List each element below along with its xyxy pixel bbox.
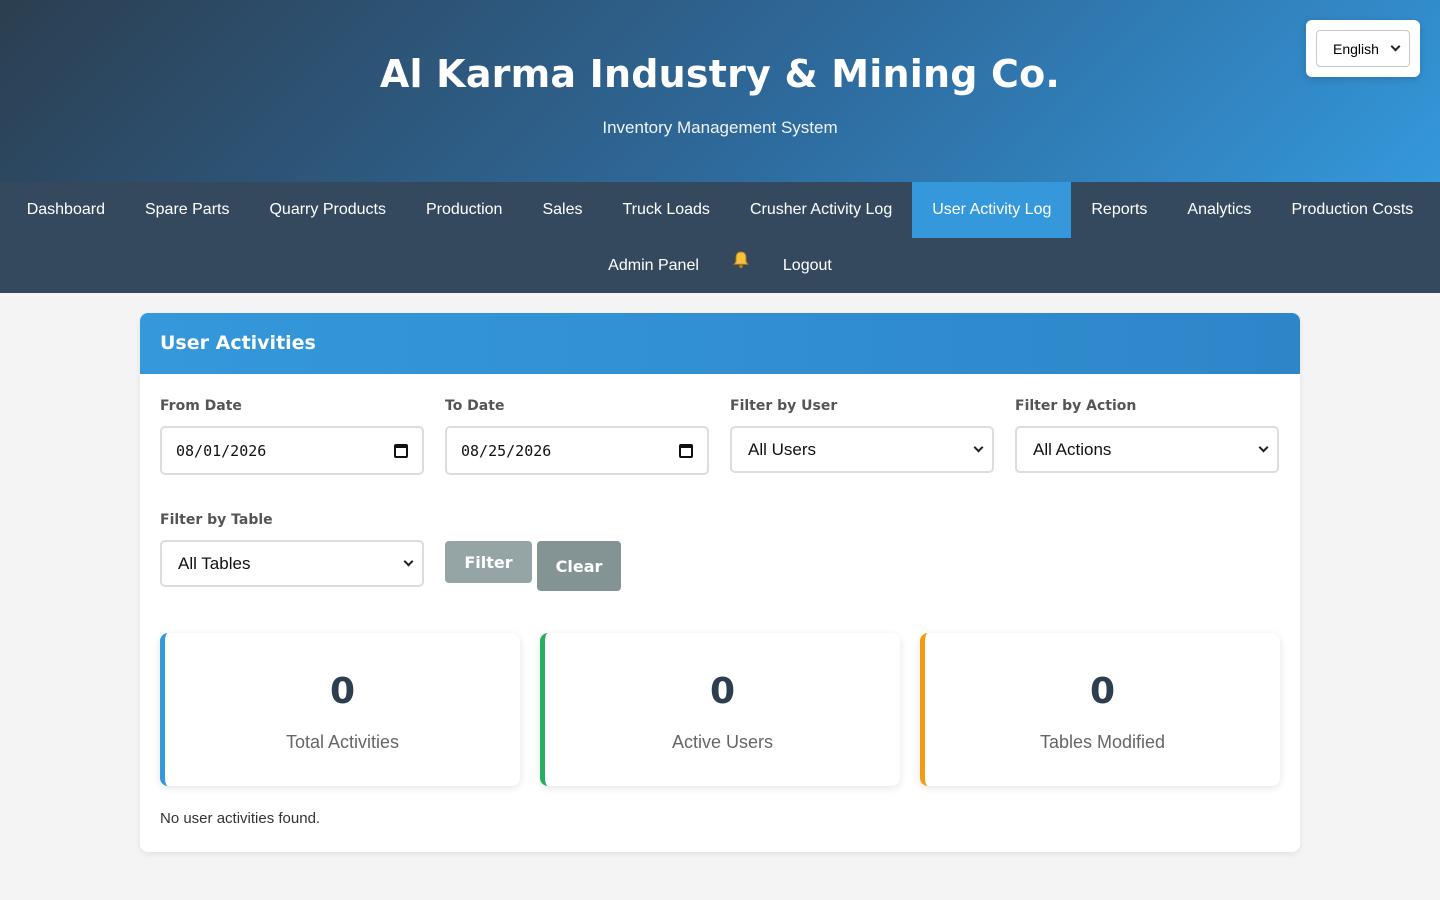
table-filter-value: All Tables xyxy=(178,553,251,573)
user-activities-card: User Activities From Date 08/01/2026 To … xyxy=(140,313,1300,852)
user-filter-value: All Users xyxy=(748,439,817,459)
user-filter-select[interactable]: All Users xyxy=(730,426,994,473)
stat-card-total-activities: 0 Total Activities xyxy=(160,633,520,786)
user-filter-label: Filter by User xyxy=(730,398,838,414)
table-filter-label: Filter by Table xyxy=(160,512,273,528)
from-date-input[interactable]: 08/01/2026 xyxy=(160,426,424,475)
card-title: User Activities xyxy=(140,313,1300,374)
main-nav: Dashboard Spare Parts Quarry Products Pr… xyxy=(0,182,1440,293)
nav-item-admin-panel[interactable]: Admin Panel xyxy=(588,238,719,293)
table-filter-group: Filter by Table All Tables xyxy=(160,512,424,587)
nav-item-sales[interactable]: Sales xyxy=(522,182,602,238)
bell-icon xyxy=(733,251,749,269)
calendar-icon[interactable] xyxy=(679,443,693,458)
table-filter-select[interactable]: All Tables xyxy=(160,540,424,587)
stats-row: 0 Total Activities 0 Active Users 0 Tabl… xyxy=(160,633,1280,786)
to-date-input[interactable]: 08/25/2026 xyxy=(445,426,709,475)
nav-item-analytics[interactable]: Analytics xyxy=(1167,182,1271,238)
nav-item-user-activity-log[interactable]: User Activity Log xyxy=(912,182,1072,238)
language-select[interactable]: English xyxy=(1316,30,1410,67)
app-subtitle: Inventory Management System xyxy=(602,118,838,137)
chevron-down-icon xyxy=(1390,41,1401,52)
nav-item-dashboard[interactable]: Dashboard xyxy=(7,182,125,238)
stat-value: 0 xyxy=(329,671,356,712)
to-date-value: 08/25/2026 xyxy=(461,441,552,460)
nav-item-quarry-products[interactable]: Quarry Products xyxy=(249,182,405,238)
from-date-value: 08/01/2026 xyxy=(176,441,267,460)
notification-bell[interactable] xyxy=(719,238,763,293)
nav-item-crusher-activity-log[interactable]: Crusher Activity Log xyxy=(730,182,912,238)
page-header: Al Karma Industry & Mining Co. Inventory… xyxy=(0,0,1440,182)
stat-label: Total Activities xyxy=(285,732,400,752)
empty-state-message: No user activities found. xyxy=(160,810,321,827)
to-date-group: To Date 08/25/2026 xyxy=(445,398,709,475)
calendar-icon[interactable] xyxy=(394,443,408,458)
nav-item-production[interactable]: Production xyxy=(406,182,523,238)
clear-button[interactable]: Clear xyxy=(537,541,621,591)
from-date-label: From Date xyxy=(160,398,242,414)
filter-button[interactable]: Filter xyxy=(445,541,532,583)
user-filter-group: Filter by User All Users xyxy=(730,398,994,475)
chevron-down-icon xyxy=(1258,442,1269,453)
stat-value: 0 xyxy=(709,671,736,712)
action-filter-label: Filter by Action xyxy=(1015,398,1137,414)
stat-value: 0 xyxy=(1089,671,1116,712)
chevron-down-icon xyxy=(403,556,414,567)
action-filter-value: All Actions xyxy=(1033,439,1112,459)
filter-form: From Date 08/01/2026 To Date 08/25/2026 … xyxy=(160,398,1280,591)
nav-item-logout[interactable]: Logout xyxy=(763,238,852,293)
action-filter-select[interactable]: All Actions xyxy=(1015,426,1279,473)
stat-label: Active Users xyxy=(671,732,774,752)
stat-card-tables-modified: 0 Tables Modified xyxy=(920,633,1280,786)
stat-label: Tables Modified xyxy=(1039,732,1166,752)
to-date-label: To Date xyxy=(445,398,505,414)
nav-item-reports[interactable]: Reports xyxy=(1071,182,1167,238)
nav-item-production-costs[interactable]: Production Costs xyxy=(1271,182,1433,238)
chevron-down-icon xyxy=(973,442,984,453)
company-title: Al Karma Industry & Mining Co. xyxy=(379,52,1061,96)
nav-item-truck-loads[interactable]: Truck Loads xyxy=(602,182,729,238)
action-filter-group: Filter by Action All Actions xyxy=(1015,398,1279,475)
stat-card-active-users: 0 Active Users xyxy=(540,633,900,786)
language-value: English xyxy=(1333,40,1379,57)
from-date-group: From Date 08/01/2026 xyxy=(160,398,424,475)
nav-item-spare-parts[interactable]: Spare Parts xyxy=(125,182,249,238)
language-selector-box: English xyxy=(1306,20,1420,77)
